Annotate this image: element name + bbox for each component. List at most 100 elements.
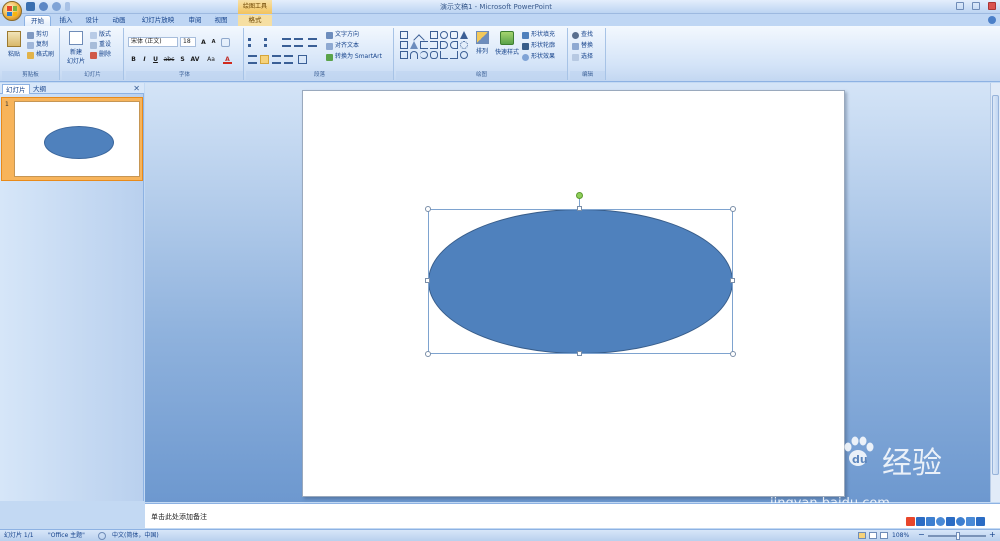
bold-button[interactable]: B bbox=[129, 55, 138, 64]
resize-handle-bottom-left[interactable] bbox=[425, 351, 431, 357]
tab-view[interactable]: 视图 bbox=[210, 15, 232, 26]
resize-handle-top[interactable] bbox=[577, 206, 582, 211]
tab-home[interactable]: 开始 bbox=[24, 15, 51, 26]
zoom-in-icon[interactable]: + bbox=[989, 530, 996, 540]
quick-styles-button[interactable]: 快速样式 bbox=[494, 31, 520, 56]
line-spacing-icon[interactable] bbox=[308, 38, 317, 47]
line-shape-icon[interactable] bbox=[418, 29, 430, 41]
curve-shape-icon[interactable] bbox=[420, 51, 428, 59]
triangle-shape-icon[interactable] bbox=[410, 41, 418, 49]
vertical-scrollbar[interactable] bbox=[990, 83, 1000, 502]
spelling-icon[interactable] bbox=[98, 532, 106, 540]
align-left-icon[interactable] bbox=[248, 55, 257, 64]
slide-thumbnail[interactable] bbox=[14, 101, 140, 177]
shrink-font-icon[interactable]: A bbox=[209, 38, 218, 47]
find-button[interactable]: 查找 bbox=[572, 31, 593, 39]
slideshow-view-icon[interactable] bbox=[880, 532, 888, 539]
font-name-combo[interactable]: 宋体 (正文) bbox=[128, 37, 178, 47]
align-right-icon[interactable] bbox=[272, 55, 281, 64]
delete-slide-button[interactable]: 删除 bbox=[90, 51, 111, 59]
toolbox-icon[interactable] bbox=[976, 517, 985, 526]
numbering-icon[interactable] bbox=[264, 38, 273, 47]
connector-shape-icon[interactable] bbox=[420, 41, 428, 49]
tab-animations[interactable]: 动画 bbox=[108, 15, 130, 26]
wave-shape-icon[interactable] bbox=[430, 51, 438, 59]
resize-handle-right[interactable] bbox=[730, 278, 735, 283]
tab-review[interactable]: 审阅 bbox=[184, 15, 206, 26]
scrollbar-thumb[interactable] bbox=[992, 95, 999, 475]
font-color-button[interactable]: A bbox=[223, 55, 232, 64]
rectangle-shape-icon[interactable] bbox=[430, 31, 438, 39]
smile-shape-icon[interactable] bbox=[460, 51, 468, 59]
columns-icon[interactable] bbox=[298, 55, 307, 64]
copy-button[interactable]: 复制 bbox=[27, 41, 48, 49]
reset-button[interactable]: 重设 bbox=[90, 41, 111, 49]
resize-handle-top-left[interactable] bbox=[425, 206, 431, 212]
italic-button[interactable]: I bbox=[140, 55, 149, 64]
slide-canvas[interactable] bbox=[302, 90, 845, 497]
justify-icon[interactable] bbox=[284, 55, 293, 64]
oval-shape-icon[interactable] bbox=[440, 31, 448, 39]
tab-outline-panel[interactable]: 大纲 bbox=[30, 84, 49, 94]
notes-pane[interactable]: 单击此处添加备注 bbox=[145, 503, 1000, 528]
rotation-handle[interactable] bbox=[576, 192, 583, 199]
redo-icon[interactable] bbox=[52, 2, 61, 11]
tab-slideshow[interactable]: 幻灯片放映 bbox=[135, 15, 181, 26]
shape-fill-button[interactable]: 形状填充 bbox=[522, 31, 555, 39]
cut-button[interactable]: 剪切 bbox=[27, 31, 48, 39]
arc-shape-icon[interactable] bbox=[410, 51, 418, 59]
clear-format-icon[interactable] bbox=[221, 38, 230, 47]
undo-icon[interactable] bbox=[39, 2, 48, 11]
tab-insert[interactable]: 插入 bbox=[55, 15, 77, 26]
close-icon[interactable] bbox=[988, 2, 996, 10]
language[interactable]: 中文(简体，中国) bbox=[112, 530, 159, 541]
bullets-icon[interactable] bbox=[248, 38, 257, 47]
punctuation-icon[interactable] bbox=[926, 517, 935, 526]
shape-effects-button[interactable]: 形状效果 bbox=[522, 53, 555, 61]
ime-mode-icon[interactable] bbox=[916, 517, 925, 526]
pentagon-shape-icon[interactable] bbox=[400, 51, 408, 59]
grow-font-icon[interactable]: A bbox=[199, 38, 208, 47]
skin-icon[interactable] bbox=[966, 517, 975, 526]
arrow-shape-icon[interactable] bbox=[450, 41, 458, 49]
text-direction-button[interactable]: 文字方向 bbox=[326, 31, 359, 39]
save-icon[interactable] bbox=[26, 2, 35, 11]
rectangle-shape-icon[interactable] bbox=[400, 41, 408, 49]
select-button[interactable]: 选择 bbox=[572, 53, 593, 61]
bracket-shape-icon[interactable] bbox=[440, 51, 448, 59]
resize-handle-bottom-right[interactable] bbox=[730, 351, 736, 357]
layout-button[interactable]: 版式 bbox=[90, 31, 111, 39]
minimize-icon[interactable] bbox=[956, 2, 964, 10]
close-icon[interactable]: ✕ bbox=[133, 84, 140, 93]
tab-slides-panel[interactable]: 幻灯片 bbox=[2, 84, 30, 94]
tab-format[interactable]: 格式 bbox=[238, 15, 272, 26]
keyboard-icon[interactable] bbox=[946, 517, 955, 526]
connector-shape-icon[interactable] bbox=[430, 41, 438, 49]
normal-view-icon[interactable] bbox=[858, 532, 866, 539]
arrange-button[interactable]: 排列 bbox=[472, 31, 492, 55]
brace-shape-icon[interactable] bbox=[450, 51, 458, 59]
replace-button[interactable]: 替换 bbox=[572, 42, 593, 50]
change-case-button[interactable]: Aa bbox=[205, 55, 217, 64]
decrease-indent-icon[interactable] bbox=[282, 38, 291, 47]
help-icon[interactable] bbox=[988, 16, 996, 24]
tab-design[interactable]: 设计 bbox=[81, 15, 103, 26]
underline-button[interactable]: U bbox=[151, 55, 160, 64]
slide-thumbnail-selected[interactable]: 1 bbox=[1, 97, 143, 181]
maximize-icon[interactable] bbox=[972, 2, 980, 10]
arrow-shape-icon[interactable] bbox=[440, 41, 448, 49]
zoom-slider-knob[interactable] bbox=[956, 532, 960, 540]
office-button[interactable] bbox=[2, 1, 22, 21]
text-shadow-button[interactable]: S bbox=[178, 55, 187, 64]
shapes-gallery[interactable] bbox=[400, 29, 469, 59]
resize-handle-left[interactable] bbox=[425, 278, 430, 283]
convert-smartart-button[interactable]: 转换为 SmartArt bbox=[326, 53, 382, 61]
zoom-level[interactable]: 108% bbox=[892, 530, 909, 541]
user-icon[interactable] bbox=[956, 517, 965, 526]
new-slide-button[interactable]: 新建 幻灯片 bbox=[64, 31, 88, 65]
star-shape-icon[interactable] bbox=[460, 41, 468, 49]
align-text-button[interactable]: 对齐文本 bbox=[326, 42, 359, 50]
sogou-icon[interactable] bbox=[906, 517, 915, 526]
paste-button[interactable]: 粘贴 bbox=[4, 31, 24, 58]
resize-handle-top-right[interactable] bbox=[730, 206, 736, 212]
